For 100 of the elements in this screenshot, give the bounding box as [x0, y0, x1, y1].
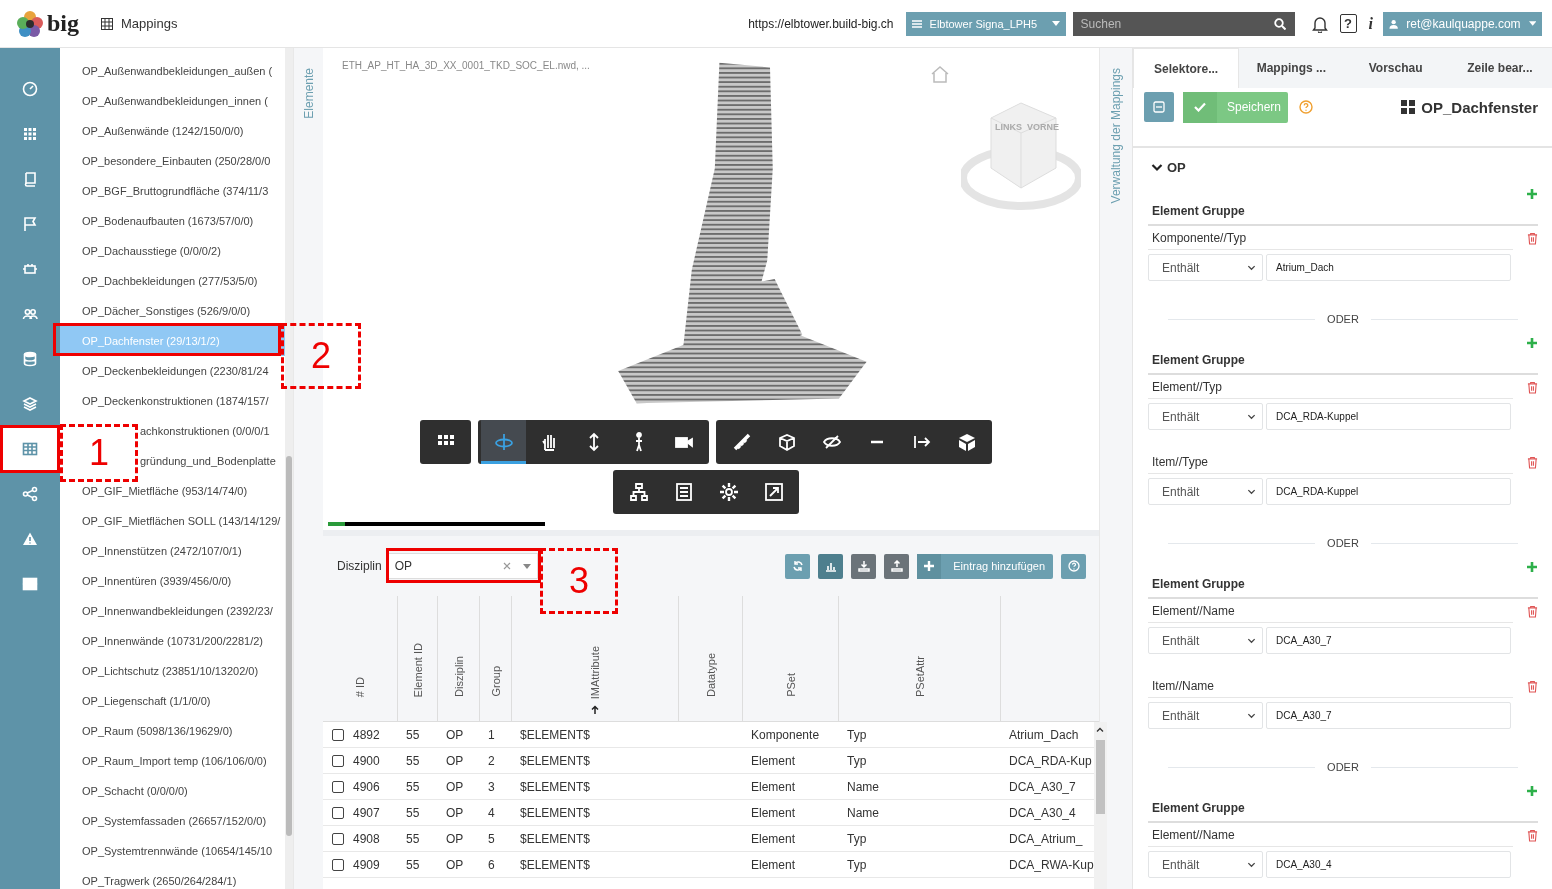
plus-icon	[924, 561, 935, 571]
operator-select[interactable]: Enthält	[1148, 478, 1263, 505]
annotation-callout: 2	[281, 323, 361, 389]
operator-select[interactable]: Enthält	[1148, 254, 1263, 281]
element-list-item[interactable]: OP_GIF_Mietflächen SOLL (143/14/129/	[60, 506, 285, 536]
or-separator-label: ODER	[1327, 761, 1359, 773]
column-header[interactable]: PSetAttr	[838, 596, 1000, 721]
add-plus-icon[interactable]	[1526, 561, 1538, 573]
element-list-item[interactable]: OP_Dächer_Sonstiges (526/9/0/0)	[60, 296, 285, 326]
panel-tab[interactable]: Mappings ...	[1239, 48, 1344, 88]
table-cell: 4909	[353, 857, 380, 872]
table-cell: OP	[446, 857, 464, 872]
element-list-item[interactable]: OP_Deckenkonstruktionen (1874/157/	[60, 386, 285, 416]
operator-select[interactable]: Enthält	[1148, 702, 1263, 729]
element-list-item[interactable]: OP_Tragwerk (2650/264/284/1)	[60, 866, 285, 889]
table-cell: 55	[406, 727, 420, 742]
element-list-item[interactable]: OP_Liegenschaft (1/1/0/0)	[60, 686, 285, 716]
row-checkbox[interactable]	[332, 832, 344, 845]
section-toggle[interactable]: OP	[1151, 158, 1538, 176]
trash-icon[interactable]	[1527, 828, 1538, 842]
row-checkbox[interactable]	[332, 754, 344, 767]
group-title: Element Gruppe	[1152, 577, 1245, 591]
add-plus-icon[interactable]	[1526, 188, 1538, 200]
help-button[interactable]: ?	[1339, 14, 1357, 33]
row-checkbox[interactable]	[332, 806, 344, 819]
bell-icon[interactable]	[1311, 14, 1328, 33]
discipline-select[interactable]: OP	[387, 553, 538, 579]
operator-select[interactable]: Enthält	[1148, 403, 1263, 430]
column-header[interactable]: Group	[479, 596, 511, 721]
row-checkbox[interactable]	[332, 858, 344, 871]
group-title: Element Gruppe	[1152, 801, 1245, 815]
scrollbar[interactable]	[285, 48, 293, 889]
operator-select[interactable]: Enthält	[1148, 627, 1263, 654]
column-header[interactable]: Disziplin	[437, 596, 479, 721]
element-list-item[interactable]: OP_Systemfassaden (26657/152/0/0)	[60, 806, 285, 836]
trash-icon[interactable]	[1527, 604, 1538, 618]
clear-icon[interactable]	[502, 562, 511, 570]
value-field[interactable]: DCA_A30_7	[1266, 627, 1511, 654]
download-button[interactable]	[851, 553, 877, 579]
element-list-item[interactable]: OP_Innentüren (3939/456/0/0)	[60, 566, 285, 596]
value-field[interactable]: Atrium_Dach	[1266, 254, 1511, 281]
chart-button[interactable]	[818, 553, 844, 579]
trash-icon[interactable]	[1527, 679, 1538, 693]
trash-icon[interactable]	[1527, 455, 1538, 469]
column-header[interactable]: IMAttribute	[511, 596, 678, 721]
element-list-item[interactable]: OP_Systemtrennwände (10654/145/10	[60, 836, 285, 866]
value-field[interactable]: DCA_A30_4	[1266, 851, 1511, 878]
element-list-item[interactable]: OP_Innenwandbekleidungen (2392/23/	[60, 596, 285, 626]
scrollbar[interactable]	[1093, 722, 1107, 889]
chevron-icon	[1247, 412, 1256, 421]
element-list-item[interactable]: OP_besondere_Einbauten (250/28/0/0	[60, 146, 285, 176]
row-checkbox[interactable]	[332, 780, 344, 793]
element-list-item[interactable]: OP_Raum_Import temp (106/106/0/0)	[60, 746, 285, 776]
site-url-link[interactable]: https://elbtower.build-big.ch	[748, 16, 894, 31]
element-list-item[interactable]: gründung_und_Bodenplatte	[140, 446, 285, 476]
element-list-item[interactable]: OP_Bodenaufbauten (1673/57/0/0)	[60, 206, 285, 236]
grid-icon	[1401, 100, 1416, 114]
value-field[interactable]: DCA_RDA-Kuppel	[1266, 403, 1511, 430]
add-plus-icon[interactable]	[1526, 785, 1538, 797]
element-list-item[interactable]: OP_Außenwandbekleidungen_innen (	[60, 86, 285, 116]
element-list-item[interactable]: achkonstruktionen (0/0/0/1	[140, 416, 285, 446]
condition-attribute: Item//Type	[1148, 450, 1513, 474]
element-list-item[interactable]: OP_Außenwände (1242/150/0/0)	[60, 116, 285, 146]
element-list-item[interactable]: OP_Innenstützen (2472/107/0/1)	[60, 536, 285, 566]
help-icon[interactable]	[1299, 100, 1313, 114]
collapse-button[interactable]	[1144, 92, 1174, 122]
add-plus-icon[interactable]	[1526, 337, 1538, 349]
operator-select[interactable]: Enthält	[1148, 851, 1263, 878]
element-list-item[interactable]: OP_Raum (5098/136/19629/0)	[60, 716, 285, 746]
search-field[interactable]: Suchen	[1072, 11, 1295, 36]
element-list-item[interactable]: OP_Lichtschutz (23851/10/13202/0)	[60, 656, 285, 686]
table-cell: OP	[446, 727, 464, 742]
home-icon[interactable]	[930, 65, 950, 83]
column-header[interactable]: PSet	[742, 596, 838, 721]
column-header[interactable]: # ID	[323, 596, 397, 721]
trash-icon[interactable]	[1527, 231, 1538, 245]
column-header[interactable]: Datatype	[678, 596, 742, 721]
panel-tab[interactable]: Selektore...	[1133, 48, 1240, 88]
table-cell: OP	[446, 805, 464, 820]
table-cell: 4906	[353, 779, 380, 794]
element-list-item[interactable]: OP_Dachausstiege (0/0/0/2)	[60, 236, 285, 266]
condition-attribute: Item//Name	[1148, 674, 1513, 698]
upload-button[interactable]	[884, 553, 910, 579]
refresh-button[interactable]	[785, 553, 811, 579]
trash-icon[interactable]	[1527, 380, 1538, 394]
value-field[interactable]: DCA_RDA-Kuppel	[1266, 478, 1511, 505]
panel-tab[interactable]: Zeile bear...	[1447, 48, 1552, 88]
logo-text[interactable]: big	[47, 10, 79, 37]
row-checkbox[interactable]	[332, 728, 344, 741]
element-list-item[interactable]: OP_BGF_Bruttogrundfläche (374/11/3	[60, 176, 285, 206]
help-button[interactable]	[1061, 553, 1086, 579]
column-header[interactable]: Element ID	[397, 596, 437, 721]
element-list-item[interactable]: OP_Innenwände (10731/200/2281/2)	[60, 626, 285, 656]
element-list-item[interactable]: OP_Schacht (0/0/0/0)	[60, 776, 285, 806]
info-button[interactable]: i	[1368, 14, 1373, 33]
page-title: Mappings	[121, 16, 178, 31]
value-field[interactable]: DCA_A30_7	[1266, 702, 1511, 729]
panel-tab[interactable]: Vorschau	[1343, 48, 1448, 88]
element-list-item[interactable]: OP_Außenwandbekleidungen_außen (	[60, 56, 285, 86]
element-list-item[interactable]: OP_Dachbekleidungen (277/53/5/0)	[60, 266, 285, 296]
